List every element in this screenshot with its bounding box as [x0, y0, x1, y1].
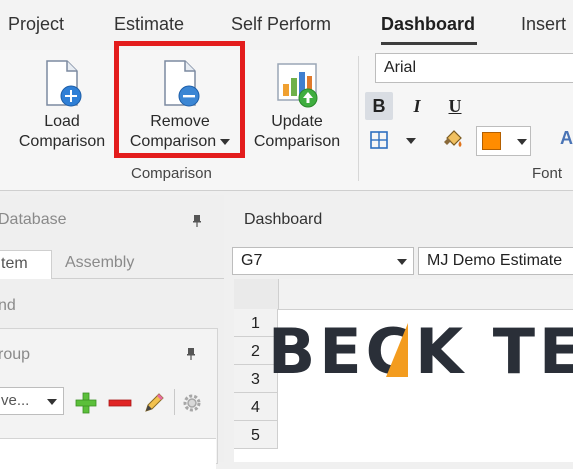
dashboard-pane-title: Dashboard [244, 211, 323, 228]
select-all-corner[interactable] [234, 279, 279, 309]
font-color-button[interactable]: A [560, 128, 573, 149]
database-tabs: tem Assembly [0, 250, 224, 279]
tab-estimate[interactable]: Estimate [114, 14, 184, 35]
document-add-icon [46, 60, 82, 107]
toolbar-divider [174, 389, 175, 415]
update-comparison-button[interactable]: Update Comparison [242, 50, 352, 162]
borders-dropdown-icon[interactable] [406, 138, 416, 144]
database-pane-title: Database [0, 211, 67, 228]
tab-dashboard[interactable]: Dashboard [381, 14, 475, 35]
tab-insert[interactable]: Insert [521, 14, 566, 35]
column-header-row [234, 279, 573, 310]
borders-icon[interactable] [365, 126, 393, 154]
load-comparison-label-2: Comparison [18, 133, 106, 150]
fill-color-icon[interactable] [439, 126, 467, 154]
active-tab-indicator [381, 42, 477, 45]
row-header[interactable]: 5 [234, 421, 278, 449]
dashboard-pane: Dashboard G7 MJ Demo Estimate 1 2 3 4 5 … [230, 195, 573, 462]
company-logo: BECK TE [268, 315, 573, 388]
sheet-select[interactable]: MJ Demo Estimate [418, 247, 573, 275]
find-label: nd [0, 297, 16, 314]
ribbon: Load Comparison Remove Comparison Update… [0, 50, 573, 191]
spreadsheet-grid[interactable]: 1 2 3 4 5 BECK TE [234, 279, 573, 462]
add-icon[interactable] [74, 391, 98, 415]
tab-project[interactable]: Project [8, 14, 64, 35]
group-list[interactable] [0, 438, 216, 469]
gear-icon[interactable] [180, 391, 204, 415]
row-header[interactable]: 4 [234, 393, 278, 421]
chevron-down-icon[interactable] [47, 399, 57, 405]
tab-self-perform[interactable]: Self Perform [231, 14, 331, 35]
underline-button[interactable]: U [441, 92, 469, 120]
chevron-down-icon[interactable] [517, 139, 527, 145]
fill-color-swatch [482, 132, 501, 150]
cell-reference-select[interactable]: G7 [232, 247, 414, 275]
logo-accent-shape [386, 323, 408, 377]
remove-icon[interactable] [108, 391, 132, 415]
comparison-group-label: Comparison [131, 165, 212, 182]
italic-button[interactable]: I [403, 92, 431, 120]
update-comparison-label-1: Update [271, 113, 323, 130]
tab-item[interactable]: tem [0, 250, 52, 279]
pin-icon[interactable] [193, 215, 201, 227]
fill-color-picker[interactable] [476, 126, 531, 156]
group-select[interactable]: ve... [0, 387, 64, 415]
font-group-label: Font [532, 165, 563, 182]
pin-icon[interactable] [187, 348, 195, 360]
update-comparison-label-2: Comparison [253, 133, 341, 150]
tab-assembly[interactable]: Assembly [65, 254, 134, 272]
font-family-select[interactable]: Arial [375, 53, 573, 83]
load-comparison-button[interactable]: Load Comparison [7, 50, 117, 162]
ribbon-divider [358, 56, 359, 181]
menu-bar: Project Estimate Self Perform Dashboard … [0, 0, 573, 50]
group-label: roup [0, 346, 31, 363]
edit-pencil-icon[interactable] [142, 391, 166, 415]
database-pane: Database tem Assembly nd roup ve... [0, 195, 224, 469]
bold-button[interactable]: B [365, 92, 393, 120]
highlight-box [114, 41, 245, 158]
chevron-down-icon[interactable] [397, 259, 407, 265]
chart-update-icon [277, 63, 318, 108]
load-comparison-label-1: Load [44, 113, 80, 130]
